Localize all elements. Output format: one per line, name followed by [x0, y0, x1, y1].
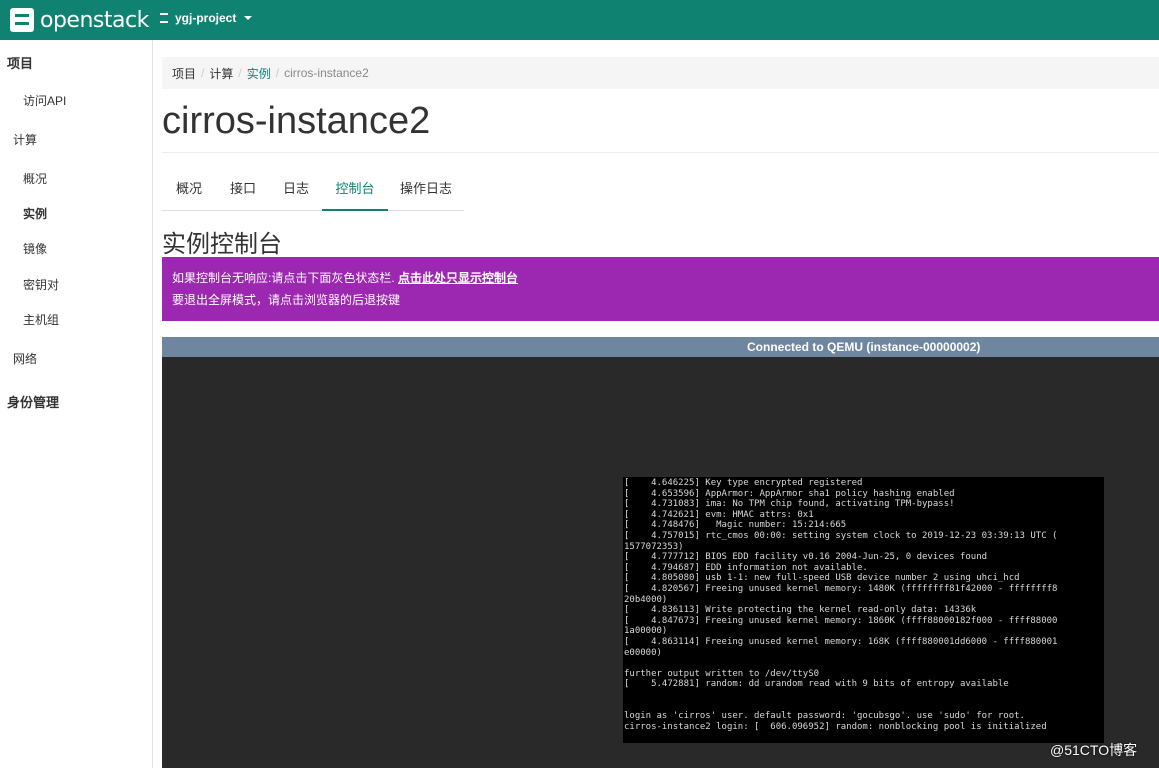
sidebar-section-project[interactable]: 项目: [7, 53, 33, 72]
terminal-line: [ 4.836113] Write protecting the kernel …: [624, 605, 977, 616]
logo-text: openstack: [40, 7, 149, 33]
breadcrumb: 项目 / 计算 / 实例 / cirros-instance2: [162, 57, 1159, 89]
terminal-line: [ 4.731083] ima: No TPM chip found, acti…: [624, 499, 955, 510]
alert-text-2: 要退出全屏模式，请点击浏览器的后退按键: [172, 293, 401, 307]
terminal-line: [ 4.820567] Freeing unused kernel memory…: [624, 583, 1058, 594]
terminal-line: [ 4.646225] Key type encrypted registere…: [624, 478, 863, 488]
terminal-output: [ 4.646225] Key type encrypted registere…: [623, 477, 1104, 732]
openstack-logo-icon: [10, 8, 34, 32]
breadcrumb-current: cirros-instance2: [284, 66, 369, 80]
alert-line-1: 如果控制台无响应:请点击下面灰色状态栏. 点击此处只显示控制台: [172, 269, 1159, 291]
sidebar-item-api-access[interactable]: 访问API: [23, 92, 66, 109]
breadcrumb-separator: /: [238, 66, 242, 80]
project-name: ygj-project: [175, 11, 237, 25]
console-status-bar[interactable]: Connected to QEMU (instance-00000002): [162, 337, 1159, 357]
tab-interfaces[interactable]: 接口: [216, 172, 270, 209]
terminal-line: [ 4.653596] AppArmor: AppArmor sha1 poli…: [624, 488, 955, 499]
terminal-line: cirros-instance2 login: [ 606.096952] ra…: [624, 721, 1047, 732]
sidebar-group-network[interactable]: 网络: [13, 350, 37, 367]
terminal-line: [ 4.847673] Freeing unused kernel memory…: [624, 615, 1058, 626]
terminal-line: [ 4.742621] evm: HMAC attrs: 0x1: [624, 509, 814, 520]
vm-terminal-screen[interactable]: [ 4.646225] Key type encrypted registere…: [623, 477, 1104, 743]
breadcrumb-project[interactable]: 项目: [172, 65, 196, 82]
terminal-line: e00000): [624, 647, 662, 658]
watermark: @51CTO博客: [1050, 742, 1138, 758]
terminal-line: [ 4.748476] Magic number: 15:214:665: [624, 520, 847, 531]
alert-text-1: 如果控制台无响应:请点击下面灰色状态栏.: [172, 271, 399, 285]
terminal-line: [ 4.805080] usb 1-1: new full-speed USB …: [624, 573, 1020, 584]
page-title: cirros-instance2: [162, 100, 431, 142]
terminal-line: [ 5.472881] random: dd urandom read with…: [624, 679, 1009, 690]
terminal-line: login as 'cirros' user. default password…: [624, 711, 1025, 722]
instance-tabs: 概况 接口 日志 控制台 操作日志: [162, 172, 464, 211]
sidebar-item-images[interactable]: 镜像: [23, 240, 47, 257]
sidebar-item-overview[interactable]: 概况: [23, 170, 47, 187]
console-section-title: 实例控制台: [162, 231, 282, 258]
sidebar-item-instances[interactable]: 实例: [23, 205, 47, 222]
project-selector[interactable]: ygj-project: [160, 11, 253, 25]
sidebar: 项目 访问API 计算 概况 实例 镜像 密钥对 主机组 网络 身份管理: [0, 40, 153, 768]
tab-action-log[interactable]: 操作日志: [388, 172, 464, 209]
terminal-line: [ 4.863114] Freeing unused kernel memory…: [624, 636, 1058, 647]
breadcrumb-instances-link[interactable]: 实例: [247, 65, 271, 82]
top-navbar: openstack ygj-project: [0, 0, 1159, 40]
terminal-line: [ 4.777712] BIOS EDD facility v0.16 2004…: [624, 552, 988, 563]
tab-console[interactable]: 控制台: [322, 172, 388, 211]
breadcrumb-separator: /: [201, 66, 205, 80]
console-info-alert: 如果控制台无响应:请点击下面灰色状态栏. 点击此处只显示控制台 要退出全屏模式，…: [162, 257, 1159, 321]
sidebar-item-server-groups[interactable]: 主机组: [23, 311, 59, 328]
sidebar-section-identity[interactable]: 身份管理: [7, 392, 59, 411]
tab-log[interactable]: 日志: [270, 172, 322, 209]
terminal-line: [ 4.794687] EDD information not availabl…: [624, 562, 868, 573]
sidebar-item-key-pairs[interactable]: 密钥对: [23, 276, 59, 293]
terminal-line: 1577072353): [624, 541, 684, 552]
terminal-line: 1a00000): [624, 626, 668, 637]
project-icon: [160, 13, 168, 23]
terminal-line: further output written to /dev/ttyS0: [624, 668, 820, 679]
title-divider: [162, 152, 1159, 153]
openstack-logo[interactable]: openstack: [10, 6, 149, 34]
tab-overview[interactable]: 概况: [162, 172, 216, 209]
terminal-line: [ 4.757015] rtc_cmos 00:00: setting syst…: [624, 530, 1058, 541]
breadcrumb-compute[interactable]: 计算: [209, 65, 233, 82]
console-status-text: Connected to QEMU (instance-00000002): [747, 340, 981, 354]
show-console-only-link[interactable]: 点击此处只显示控制台: [398, 271, 518, 285]
terminal-line: 20b4000): [624, 594, 668, 605]
sidebar-group-compute[interactable]: 计算: [13, 131, 37, 148]
breadcrumb-separator: /: [275, 66, 280, 80]
caret-down-icon: [244, 16, 253, 20]
